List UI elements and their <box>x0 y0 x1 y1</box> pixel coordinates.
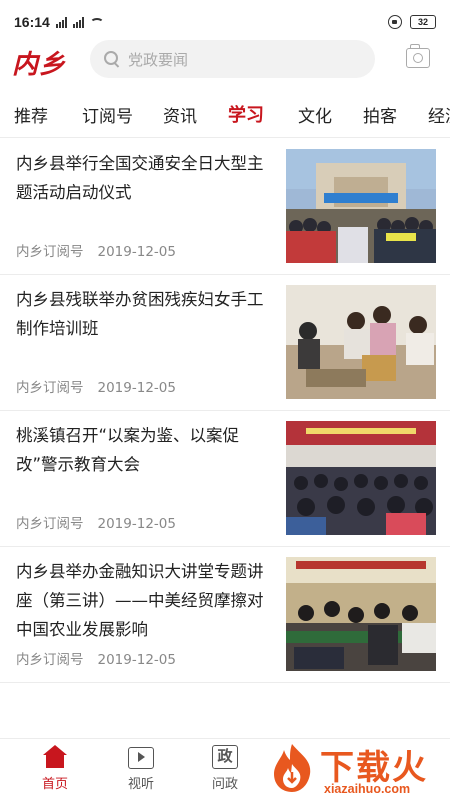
zheng-icon: 政 <box>212 745 238 769</box>
news-item[interactable]: 内乡县举行全国交通安全日大型主题活动启动仪式 内乡订阅号 2019-12-05 <box>0 139 450 275</box>
signal-strength-icon-2 <box>72 16 84 28</box>
nav-wenzheng[interactable]: 政 问政 <box>200 745 250 792</box>
app-header: 内乡 党政要闻 <box>0 40 450 80</box>
news-meta: 内乡订阅号 2019-12-05 <box>16 376 176 396</box>
nav-video[interactable]: 视听 <box>116 745 166 792</box>
news-thumbnail <box>286 421 436 535</box>
signal-icons <box>55 16 104 28</box>
news-source: 内乡订阅号 <box>16 516 84 532</box>
news-date: 2019-12-05 <box>97 380 176 396</box>
nav-home-label: 首页 <box>41 777 68 792</box>
news-source: 内乡订阅号 <box>16 380 84 396</box>
tab-wenhua[interactable]: 文化 <box>298 102 332 127</box>
news-date: 2019-12-05 <box>97 652 176 668</box>
news-source: 内乡订阅号 <box>16 244 84 260</box>
category-tabs: 推荐 订阅号 资讯 学习 文化 拍客 经济 <box>0 88 450 138</box>
app-logo[interactable]: 内乡 <box>12 44 66 81</box>
watermark-url: xiazaihuo.com <box>324 782 411 796</box>
tab-paike[interactable]: 拍客 <box>363 102 397 127</box>
home-icon <box>42 745 68 769</box>
news-item[interactable]: 内乡县残联举办贫困残疾妇女手工制作培训班 内乡订阅号 2019-12-05 <box>0 275 450 411</box>
news-date: 2019-12-05 <box>97 516 176 532</box>
rotation-lock-icon <box>388 15 402 29</box>
tv-icon <box>128 747 154 769</box>
news-date: 2019-12-05 <box>97 244 176 260</box>
news-title: 内乡县举办金融知识大讲堂专题讲座（第三讲）——中美经贸摩擦对中国农业发展影响 <box>16 562 264 639</box>
tab-zixun[interactable]: 资讯 <box>163 102 197 127</box>
search-bar[interactable]: 党政要闻 <box>90 40 375 78</box>
tab-dingyuehao[interactable]: 订阅号 <box>82 102 133 127</box>
news-title: 桃溪镇召开“以案为鉴、以案促改”警示教育大会 <box>16 426 240 474</box>
search-icon <box>104 51 120 67</box>
tab-tuijian[interactable]: 推荐 <box>14 102 48 127</box>
search-placeholder: 党政要闻 <box>128 50 189 69</box>
flame-logo-icon <box>274 744 311 792</box>
battery-icon: 32 <box>410 15 436 29</box>
news-list: 内乡县举行全国交通安全日大型主题活动启动仪式 内乡订阅号 2019-12-05 <box>0 139 450 683</box>
news-title: 内乡县残联举办贫困残疾妇女手工制作培训班 <box>16 290 264 338</box>
status-bar: 16:14 32 <box>0 0 450 44</box>
signal-strength-icon <box>55 16 67 28</box>
status-time: 16:14 <box>14 14 50 30</box>
tab-jingji[interactable]: 经济 <box>428 102 450 127</box>
news-meta: 内乡订阅号 2019-12-05 <box>16 648 176 668</box>
nav-video-label: 视听 <box>127 777 154 792</box>
news-thumbnail <box>286 557 436 671</box>
news-item[interactable]: 桃溪镇召开“以案为鉴、以案促改”警示教育大会 内乡订阅号 2019-12-05 <box>0 411 450 547</box>
news-meta: 内乡订阅号 2019-12-05 <box>16 240 176 260</box>
wifi-icon <box>89 17 104 28</box>
camera-icon[interactable] <box>406 44 430 68</box>
news-thumbnail <box>286 285 436 399</box>
watermark: 下载火 xiazaihuo.com <box>262 742 450 800</box>
news-thumbnail <box>286 149 436 263</box>
nav-home[interactable]: 首页 <box>30 745 80 792</box>
news-title: 内乡县举行全国交通安全日大型主题活动启动仪式 <box>16 154 264 202</box>
tab-xuexi[interactable]: 学习 <box>228 101 264 127</box>
nav-wenzheng-label: 问政 <box>211 777 238 792</box>
news-meta: 内乡订阅号 2019-12-05 <box>16 512 176 532</box>
news-source: 内乡订阅号 <box>16 652 84 668</box>
news-item[interactable]: 内乡县举办金融知识大讲堂专题讲座（第三讲）——中美经贸摩擦对中国农业发展影响 内… <box>0 547 450 683</box>
